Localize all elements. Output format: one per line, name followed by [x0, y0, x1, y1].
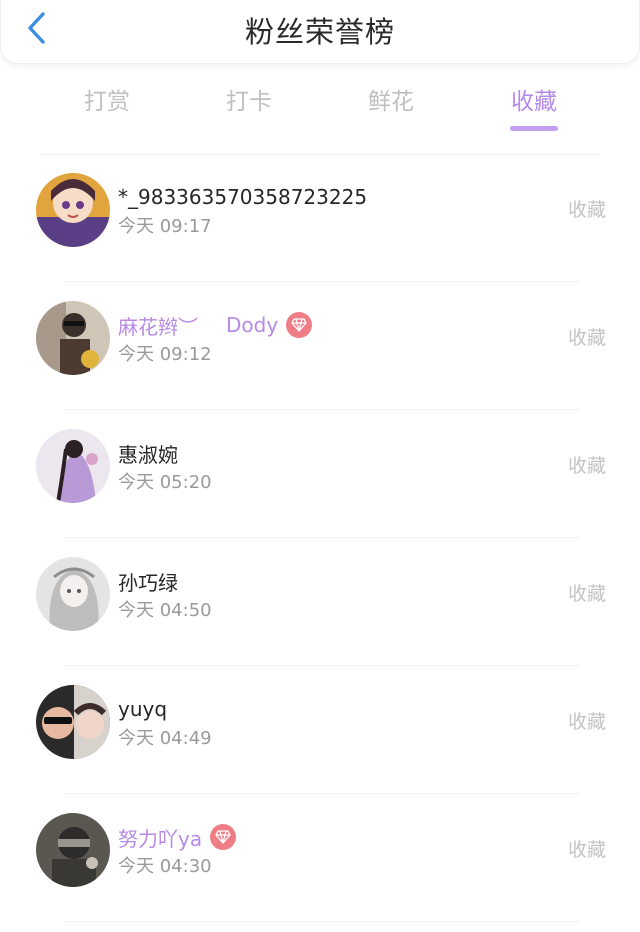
list-item[interactable]: 麻花辫︶ Dody 今天 09:12 收藏 [0, 282, 640, 410]
favorite-action[interactable]: 收藏 [568, 324, 606, 352]
diamond-icon [286, 312, 313, 338]
tab-reward[interactable]: 打赏 [57, 80, 157, 124]
timestamp: 今天 04:49 [118, 728, 212, 749]
row-divider [64, 921, 580, 922]
fan-name: yuyq [118, 697, 168, 721]
fan-second-name: Dody [226, 313, 279, 337]
avatar[interactable] [36, 429, 110, 503]
timestamp: 今天 05:20 [118, 472, 212, 493]
fan-name: 努力吖ya [118, 826, 203, 851]
list-item[interactable]: 孙巧绿 今天 04:50 收藏 [0, 538, 640, 666]
name-line: 麻花辫︶ Dody [118, 310, 313, 340]
fan-name: *_983363570358723225 [118, 185, 368, 209]
favorite-action[interactable]: 收藏 [568, 708, 606, 736]
top-bar: 粉丝荣誉榜 [0, 0, 640, 64]
fan-name: 孙巧绿 [118, 570, 178, 595]
name-line: yuyq [118, 694, 167, 724]
list-item[interactable]: 惠淑婉 今天 05:20 收藏 [0, 410, 640, 538]
timestamp: 今天 04:30 [118, 856, 212, 877]
favorite-action[interactable]: 收藏 [568, 196, 606, 224]
avatar[interactable] [36, 301, 110, 375]
active-tab-indicator [510, 126, 558, 131]
diamond-icon [210, 824, 237, 850]
avatar[interactable] [36, 813, 110, 887]
tab-favorites[interactable]: 收藏 [484, 80, 584, 124]
name-line: *_983363570358723225 [118, 182, 367, 212]
name-line: 努力吖ya [118, 822, 237, 852]
page-title: 粉丝荣誉榜 [244, 15, 395, 49]
fan-name: 惠淑婉 [118, 442, 178, 467]
list-item[interactable]: yuyq 今天 04:49 收藏 [0, 666, 640, 794]
favorite-action[interactable]: 收藏 [568, 452, 606, 480]
tab-flowers[interactable]: 鲜花 [341, 80, 441, 124]
timestamp: 今天 04:50 [118, 600, 212, 621]
list-item[interactable]: *_983363570358723225 今天 09:17 收藏 [0, 154, 640, 282]
timestamp: 今天 09:17 [118, 216, 212, 237]
name-line: 孙巧绿 [118, 566, 178, 596]
name-line: 惠淑婉 [118, 438, 178, 468]
avatar[interactable] [36, 685, 110, 759]
favorite-action[interactable]: 收藏 [568, 580, 606, 608]
timestamp: 今天 09:12 [118, 344, 212, 365]
list-item[interactable]: 努力吖ya 今天 04:30 收藏 [0, 794, 640, 922]
favorite-action[interactable]: 收藏 [568, 836, 606, 864]
fan-name: 麻花辫︶ [118, 314, 198, 339]
avatar[interactable] [36, 173, 110, 247]
avatar[interactable] [36, 557, 110, 631]
tab-checkin[interactable]: 打卡 [199, 80, 299, 124]
